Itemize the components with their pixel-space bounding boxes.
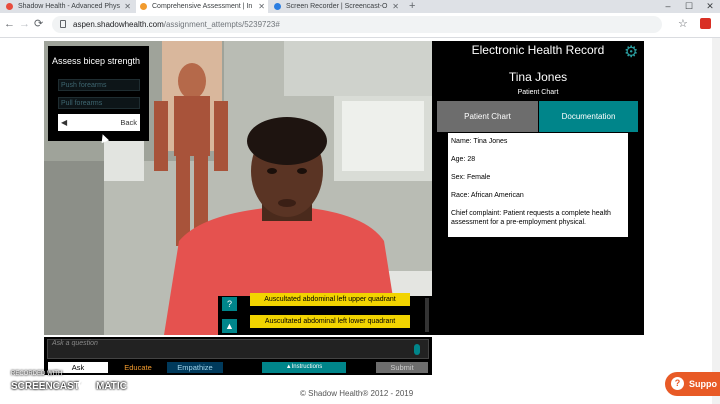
chat-message: Auscultated abdominal left lower quadran… <box>250 315 410 328</box>
gear-icon[interactable]: ⚙ <box>624 42 638 62</box>
tab-title: Comprehensive Assessment | In <box>152 3 253 10</box>
shadow-health-favicon-icon <box>140 3 147 10</box>
forward-nav-button[interactable]: → <box>19 17 30 31</box>
bookmark-star-icon[interactable]: ☆ <box>678 16 688 33</box>
pull-forearms-option[interactable]: Pull forearms <box>58 97 140 109</box>
page-scrollbar[interactable] <box>712 38 720 404</box>
chat-scrollbar[interactable] <box>425 298 429 332</box>
browser-tab-screen-recorder[interactable]: Screen Recorder | Screencast-O ✕ <box>270 0 402 13</box>
browser-tab-shadow-health[interactable]: Shadow Health - Advanced Phys ✕ <box>2 0 134 13</box>
close-tab-icon[interactable]: ✕ <box>124 0 131 13</box>
menu-title: Assess bicep strength <box>52 56 141 66</box>
minimize-button[interactable]: – <box>658 0 678 13</box>
microphone-icon[interactable] <box>414 344 420 355</box>
reload-button[interactable]: ⟳ <box>34 17 43 31</box>
patient-info-race: Race: African American <box>451 192 524 199</box>
tab-title: Shadow Health - Advanced Phys <box>18 3 120 10</box>
watermark-brand: SCREENCAST <box>11 381 80 392</box>
copyright-footer: © Shadow Health® 2012 - 2019 <box>300 389 414 398</box>
close-window-button[interactable]: ✕ <box>700 0 720 13</box>
watermark-recorded-with: RECORDED WITH <box>11 371 63 377</box>
help-icon: ? <box>671 377 684 390</box>
tab-documentation[interactable]: Documentation <box>539 101 638 132</box>
close-tab-icon[interactable]: ✕ <box>258 0 265 13</box>
screencast-logo-icon <box>78 378 92 392</box>
patient-name: Tina Jones <box>508 70 568 84</box>
scroll-up-button[interactable]: ▲ <box>222 319 237 333</box>
tab-title: Screen Recorder | Screencast-O <box>286 3 388 10</box>
instructions-button[interactable]: ▲Instructions <box>262 362 346 373</box>
browser-tab-comprehensive-assessment[interactable]: Comprehensive Assessment | In ✕ <box>136 0 268 13</box>
educate-mode-button[interactable]: Educate <box>110 362 166 373</box>
patient-info-age: Age: 28 <box>451 156 476 163</box>
back-nav-button[interactable]: ← <box>4 17 15 31</box>
extension-icon[interactable] <box>700 18 711 29</box>
patient-info-name: Name: Tina Jones <box>451 138 508 145</box>
shadow-health-favicon-icon <box>6 3 13 10</box>
ask-question-placeholder: Ask a question <box>52 340 98 347</box>
chat-message: Auscultated abdominal left upper quadran… <box>250 293 410 306</box>
submit-button[interactable]: Submit <box>376 362 428 373</box>
watermark-brand-suffix: MATIC <box>96 381 127 392</box>
screencast-favicon-icon <box>274 3 281 10</box>
back-button[interactable]: ◀ Back <box>58 114 140 131</box>
lock-icon <box>60 20 66 28</box>
tab-patient-chart[interactable]: Patient Chart <box>437 101 538 132</box>
close-tab-icon[interactable]: ✕ <box>392 0 399 13</box>
patient-info-chief-complaint: Chief complaint: Patient requests a comp… <box>451 210 611 226</box>
help-button[interactable]: ? <box>222 297 237 311</box>
patient-chart-subtitle: Patient Chart <box>517 89 559 96</box>
patient-info-sex: Sex: Female <box>451 174 491 181</box>
url-text[interactable]: aspen.shadowhealth.com/assignment_attemp… <box>73 16 280 33</box>
ehr-title: Electronic Health Record <box>471 43 605 57</box>
maximize-button[interactable]: ☐ <box>679 0 699 13</box>
push-forearms-option[interactable]: Push forearms <box>58 79 140 91</box>
new-tab-button[interactable]: + <box>409 0 415 13</box>
back-arrow-icon: ◀ <box>61 118 68 127</box>
ask-question-input[interactable] <box>47 339 429 359</box>
back-button-label: Back <box>120 118 137 127</box>
empathize-mode-button[interactable]: Empathize <box>167 362 223 373</box>
